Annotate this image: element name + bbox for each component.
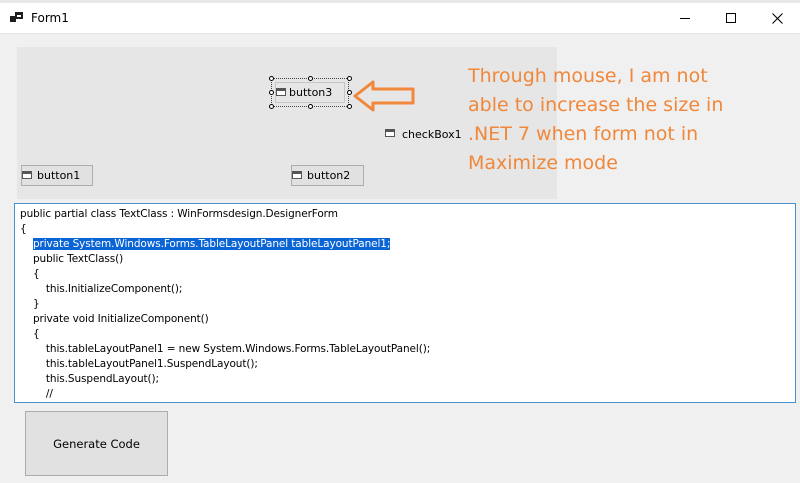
code-textbox[interactable]: public partial class TextClass : WinForm…: [14, 203, 796, 403]
code-line: {: [20, 223, 27, 235]
button-icon: [22, 171, 32, 179]
code-line: }: [20, 298, 40, 310]
maximize-icon: [726, 13, 736, 23]
form-icon: [10, 12, 23, 22]
close-button[interactable]: [754, 3, 800, 33]
code-line: this.InitializeComponent();: [20, 283, 183, 295]
code-line: {: [20, 328, 40, 340]
code-line: public partial class TextClass : WinForm…: [20, 208, 338, 220]
minimize-icon: [680, 18, 690, 19]
code-line: this.SuspendLayout();: [20, 373, 159, 385]
window-title: Form1: [31, 11, 69, 25]
code-line: private System.Windows.Forms.TableLayout…: [20, 238, 390, 250]
code-line: this.tableLayoutPanel1.SuspendLayout();: [20, 358, 258, 370]
generate-code-button[interactable]: Generate Code: [25, 411, 168, 476]
code-line: //: [20, 388, 53, 400]
checkbox-icon: [385, 129, 395, 137]
button3-label: button3: [289, 86, 333, 99]
title-bar[interactable]: Form1: [0, 3, 800, 34]
resize-handle-w[interactable]: [269, 90, 274, 95]
annotation-line: able to increase the size in: [468, 94, 724, 116]
selected-code: private System.Windows.Forms.TableLayout…: [32, 238, 391, 250]
annotation-text: Through mouse, I am not able to increase…: [468, 62, 768, 178]
button-icon: [276, 88, 286, 96]
resize-handle-s[interactable]: [308, 104, 313, 109]
button-icon: [292, 171, 302, 179]
maximize-button[interactable]: [708, 3, 754, 33]
close-icon: [771, 12, 783, 24]
annotation-line: Through mouse, I am not: [468, 65, 708, 87]
button2-label: button2: [307, 169, 351, 182]
button2-control[interactable]: button2: [291, 165, 364, 186]
code-line: public TextClass(): [20, 253, 124, 265]
annotation-line: .NET 7 when form not in: [468, 123, 699, 145]
resize-handle-nw[interactable]: [269, 76, 274, 81]
button3-control[interactable]: button3: [275, 82, 345, 103]
checkbox1-control[interactable]: checkBox1: [385, 127, 462, 143]
resize-handle-n[interactable]: [308, 76, 313, 81]
checkbox1-label: checkBox1: [402, 128, 462, 141]
resize-handle-sw[interactable]: [269, 104, 274, 109]
minimize-button[interactable]: [662, 3, 708, 33]
button1-control[interactable]: button1: [21, 165, 93, 186]
button1-label: button1: [37, 169, 81, 182]
code-line: {: [20, 268, 40, 280]
code-line: private void InitializeComponent(): [20, 313, 209, 325]
arrow-left-icon: [353, 80, 415, 112]
code-line: this.tableLayoutPanel1 = new System.Wind…: [20, 343, 431, 355]
annotation-line: Maximize mode: [468, 152, 618, 174]
